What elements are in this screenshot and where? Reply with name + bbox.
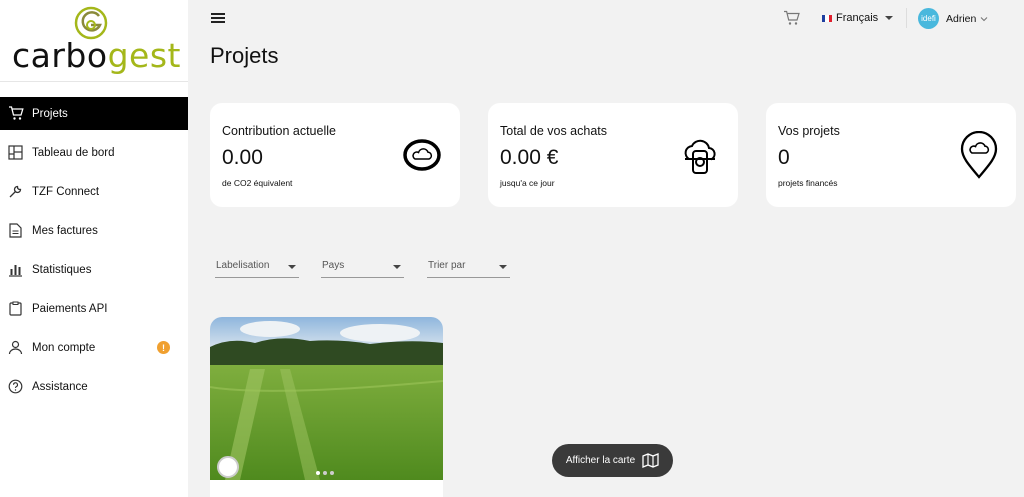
carousel-dot[interactable] (323, 471, 327, 475)
stat-card-projets: Vos projets 0 projets financés (766, 103, 1016, 207)
cloud-coin-icon (684, 139, 716, 174)
caret-down-icon (288, 265, 296, 269)
map-icon (642, 453, 659, 468)
sidebar-item-tableau-de-bord[interactable]: Tableau de bord (0, 136, 188, 169)
label-badge-icon (217, 456, 239, 478)
stat-value: 0.00 (222, 146, 263, 169)
sidebar-nav: Projets Tableau de bord TZF Connect Mes … (0, 97, 188, 409)
show-map-button[interactable]: Afficher la carte (552, 444, 673, 477)
show-map-label: Afficher la carte (565, 455, 636, 466)
sidebar-item-tzf-connect[interactable]: TZF Connect (0, 175, 188, 208)
sidebar-item-label: TZF Connect (32, 185, 100, 198)
menu-toggle-button[interactable] (211, 13, 225, 25)
cart-icon (7, 105, 24, 122)
filter-labelisation[interactable]: Labelisation (215, 260, 299, 278)
document-icon (7, 222, 24, 239)
stat-title: Total de vos achats (500, 124, 608, 138)
project-image (210, 317, 443, 480)
language-label: Français (836, 12, 879, 24)
sidebar-item-label: Tableau de bord (32, 146, 115, 159)
stat-card-contribution: Contribution actuelle 0.00 de CO2 équiva… (210, 103, 460, 207)
sidebar-item-label: Mes factures (32, 224, 98, 237)
sidebar-item-label: Assistance (32, 380, 88, 393)
filter-label: Pays (322, 260, 345, 271)
logo-wordmark: carbogest (12, 36, 181, 75)
stat-title: Vos projets (778, 124, 840, 138)
caret-down-icon (393, 265, 401, 269)
sidebar-item-paiements-api[interactable]: Paiements API (0, 292, 188, 325)
carousel-dot[interactable] (330, 471, 334, 475)
sidebar-item-label: Mon compte (32, 341, 96, 354)
dashboard-icon (7, 144, 24, 161)
sidebar-item-label: Paiements API (32, 302, 108, 315)
language-selector[interactable]: Français (822, 12, 894, 24)
french-flag-icon (822, 14, 832, 22)
sidebar-item-mon-compte[interactable]: Mon compte ! (0, 331, 188, 364)
stat-subtitle: de CO2 équivalent (222, 178, 293, 188)
cart-icon (784, 10, 800, 25)
warning-badge: ! (157, 341, 170, 354)
filter-label: Labelisation (216, 260, 270, 271)
sidebar-item-label: Statistiques (32, 263, 92, 276)
sidebar-item-projets[interactable]: Projets (0, 97, 188, 130)
sidebar-item-assistance[interactable]: Assistance (0, 370, 188, 403)
stat-card-achats: Total de vos achats 0.00 € jusqu'a ce jo… (488, 103, 738, 207)
cloud-pin-icon (960, 131, 998, 179)
avatar: idefi (918, 8, 939, 29)
stat-title: Contribution actuelle (222, 124, 336, 138)
stat-subtitle: projets financés (778, 178, 838, 188)
user-name: Adrien (946, 12, 977, 25)
user-icon (7, 339, 24, 356)
stat-value: 0 (778, 146, 790, 169)
carousel-dots[interactable] (316, 471, 337, 475)
topbar-divider (906, 8, 907, 28)
caret-down-icon (885, 16, 894, 20)
filter-pays[interactable]: Pays (321, 260, 404, 278)
sidebar-item-label: Projets (32, 107, 68, 120)
clipboard-icon (7, 300, 24, 317)
help-icon (7, 378, 24, 395)
stat-subtitle: jusqu'a ce jour (500, 178, 555, 188)
user-menu[interactable]: idefi Adrien (918, 8, 988, 29)
filter-trier-par[interactable]: Trier par (427, 260, 510, 278)
filter-label: Trier par (428, 260, 466, 271)
bar-chart-icon (7, 261, 24, 278)
project-card[interactable] (210, 317, 443, 497)
carousel-dot[interactable] (316, 471, 320, 475)
chevron-down-icon (980, 16, 988, 21)
carbogest-logo[interactable]: carbogest (0, 0, 188, 82)
stat-value: 0.00 € (500, 146, 559, 169)
caret-down-icon (499, 265, 507, 269)
cloud-icon (403, 139, 441, 171)
sidebar-item-mes-factures[interactable]: Mes factures (0, 214, 188, 247)
page-title: Projets (210, 43, 279, 68)
sidebar: carbogest Projets Tableau de bord TZF Co… (0, 0, 188, 497)
cart-button[interactable] (783, 10, 801, 31)
wrench-icon (7, 183, 24, 200)
sidebar-item-statistiques[interactable]: Statistiques (0, 253, 188, 286)
